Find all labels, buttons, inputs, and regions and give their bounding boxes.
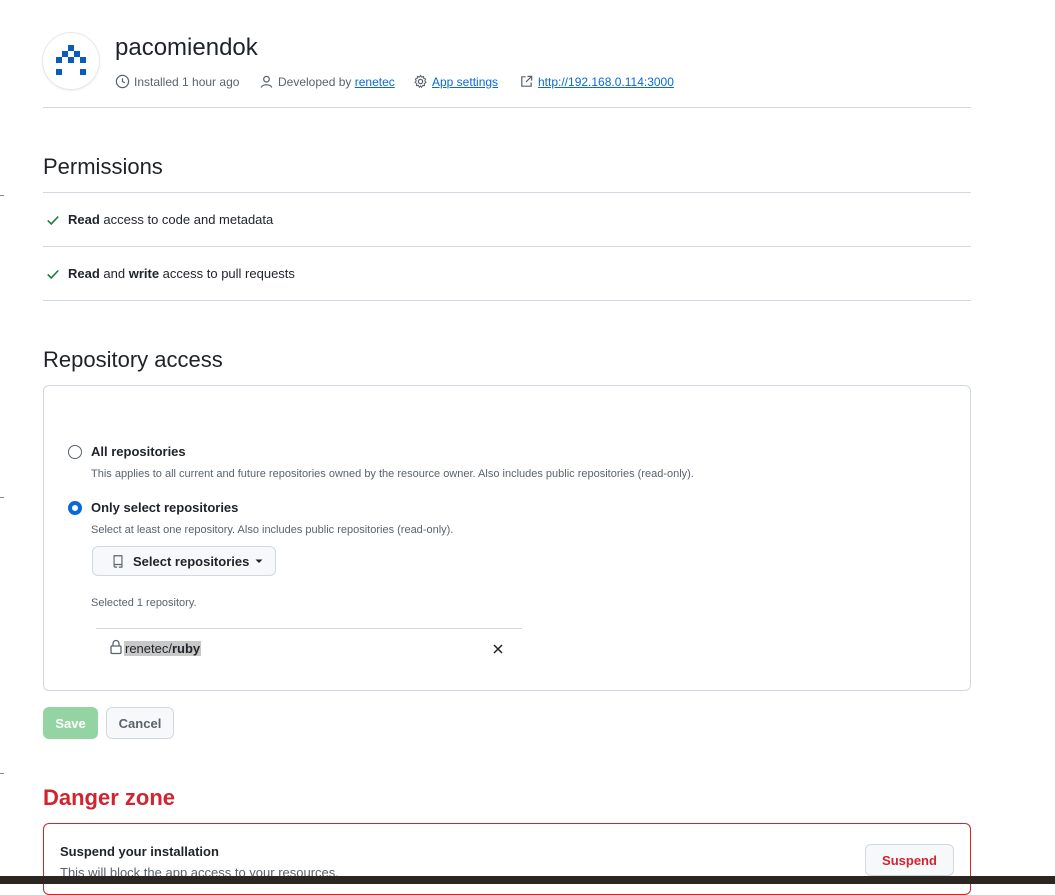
triangle-down-icon: [255, 559, 263, 563]
select-repositories-description: Select at least one repository. Also inc…: [91, 524, 454, 536]
gear-icon: [414, 74, 427, 89]
save-button[interactable]: Save: [43, 707, 98, 739]
cancel-button[interactable]: Cancel: [106, 707, 174, 739]
selected-repo-item: renetec/ruby: [96, 628, 522, 666]
header-divider: [43, 107, 971, 108]
radio-select-repositories[interactable]: [68, 501, 82, 515]
app-url-link[interactable]: http://192.168.0.114:3000: [538, 75, 674, 89]
installed-meta: Installed 1 hour ago: [115, 74, 239, 89]
permission-text: Read access to code and metadata: [68, 212, 274, 227]
lock-icon: [110, 639, 122, 655]
edge-marker: [0, 195, 4, 196]
all-repositories-label[interactable]: All repositories: [91, 444, 186, 459]
app-logo-icon: [56, 45, 86, 75]
permission-item: Read access to code and metadata: [43, 193, 971, 246]
select-repositories-button[interactable]: Select repositories: [92, 546, 276, 576]
suspend-title: Suspend your installation: [60, 844, 219, 859]
check-icon: [47, 215, 59, 225]
app-avatar: [43, 33, 99, 89]
selected-repo-name: renetec/ruby: [124, 641, 202, 656]
permissions-bottom-divider: [43, 300, 971, 301]
edge-marker: [0, 497, 4, 498]
radio-all-repositories[interactable]: [68, 445, 82, 459]
permission-item: Read and write access to pull requests: [43, 247, 971, 300]
developed-by-label: Developed by: [278, 74, 352, 89]
taskbar-edge: [0, 876, 1055, 884]
repo-icon: [113, 555, 123, 568]
link-external-icon: [521, 75, 533, 87]
app-title: pacomiendok: [115, 34, 258, 61]
select-repositories-button-label: Select repositories: [133, 553, 250, 569]
app-settings-meta: App settings: [413, 74, 498, 89]
permission-text: Read and write access to pull requests: [68, 266, 295, 281]
danger-zone-title: Danger zone: [43, 785, 176, 810]
edge-marker: [0, 773, 4, 774]
person-icon: [260, 75, 273, 88]
suspend-button[interactable]: Suspend: [865, 844, 954, 876]
all-repositories-description: This applies to all current and future r…: [91, 468, 694, 480]
danger-zone-box: [43, 823, 971, 895]
app-url-meta: http://192.168.0.114:3000: [519, 74, 674, 89]
installed-text: Installed 1 hour ago: [134, 74, 240, 89]
permissions-title: Permissions: [43, 154, 163, 179]
selected-count-text: Selected 1 repository.: [91, 597, 197, 609]
check-icon: [47, 269, 59, 279]
app-settings-link[interactable]: App settings: [432, 75, 498, 89]
developer-link[interactable]: renetec: [355, 75, 395, 89]
select-repositories-label[interactable]: Only select repositories: [91, 500, 238, 515]
repository-access-title: Repository access: [43, 347, 223, 372]
x-icon[interactable]: [492, 643, 504, 655]
developer-meta: Developed by renetec: [259, 74, 395, 89]
clock-icon: [115, 74, 130, 89]
